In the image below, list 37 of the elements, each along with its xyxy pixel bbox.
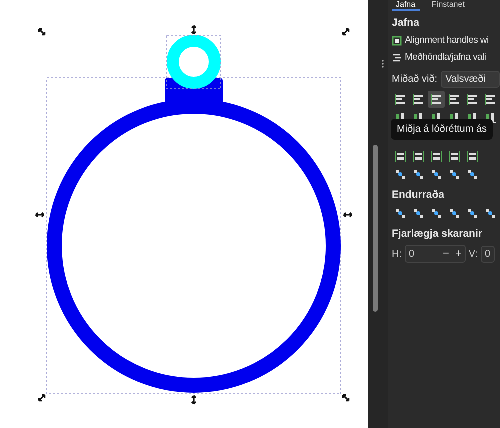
- increment-button[interactable]: +: [455, 248, 462, 260]
- vertical-spinbox[interactable]: 0: [480, 246, 495, 262]
- option-label[interactable]: Meðhöndla/jafna vali: [405, 52, 486, 63]
- panel-tab[interactable]: Jafna: [392, 0, 420, 11]
- scale-handle-icon[interactable]: [38, 28, 46, 36]
- horizontal-value[interactable]: 0: [409, 248, 437, 260]
- relative-to-dropdown[interactable]: Valsvæði: [440, 70, 500, 88]
- option-label[interactable]: Alignment handles wi: [405, 35, 489, 46]
- scale-handle-icon[interactable]: [191, 25, 197, 35]
- align-icon[interactable]: [410, 148, 427, 165]
- drag-handle-icon[interactable]: [382, 60, 384, 68]
- horizontal-label: H:: [392, 248, 402, 260]
- tooltip: Miðja á lóðréttum ás: [391, 119, 494, 140]
- align-icon[interactable]: [392, 148, 409, 165]
- section-heading: Fjarlægja skaranir: [392, 228, 484, 240]
- object-bounding-box: [166, 36, 222, 90]
- relative-to-label: Miðað við:: [392, 74, 438, 84]
- horizontal-spinbox[interactable]: 0 − +: [405, 245, 466, 263]
- align-icon[interactable]: [446, 148, 463, 165]
- decrement-button[interactable]: −: [443, 248, 450, 260]
- vertical-label: V:: [468, 248, 478, 260]
- section-heading: Endurraða: [392, 189, 446, 201]
- align-icon[interactable]: [464, 148, 481, 165]
- align-icon[interactable]: [428, 148, 445, 165]
- scale-handle-icon[interactable]: [342, 394, 350, 402]
- panel-tab[interactable]: Fínstanet: [428, 0, 469, 11]
- scale-handle-icon[interactable]: [343, 212, 353, 218]
- square-handle-icon[interactable]: [392, 36, 402, 46]
- scale-handle-icon[interactable]: [38, 394, 46, 402]
- scale-handle-icon[interactable]: [191, 395, 197, 405]
- stacked-lines-icon[interactable]: [392, 52, 402, 62]
- scale-handle-icon[interactable]: [342, 28, 350, 36]
- scale-handle-icon[interactable]: [35, 212, 45, 218]
- align-icon[interactable]: [428, 91, 445, 108]
- scrollbar-thumb[interactable]: [373, 145, 378, 312]
- vertical-value[interactable]: 0: [484, 248, 491, 260]
- section-heading: Jafna: [392, 17, 420, 29]
